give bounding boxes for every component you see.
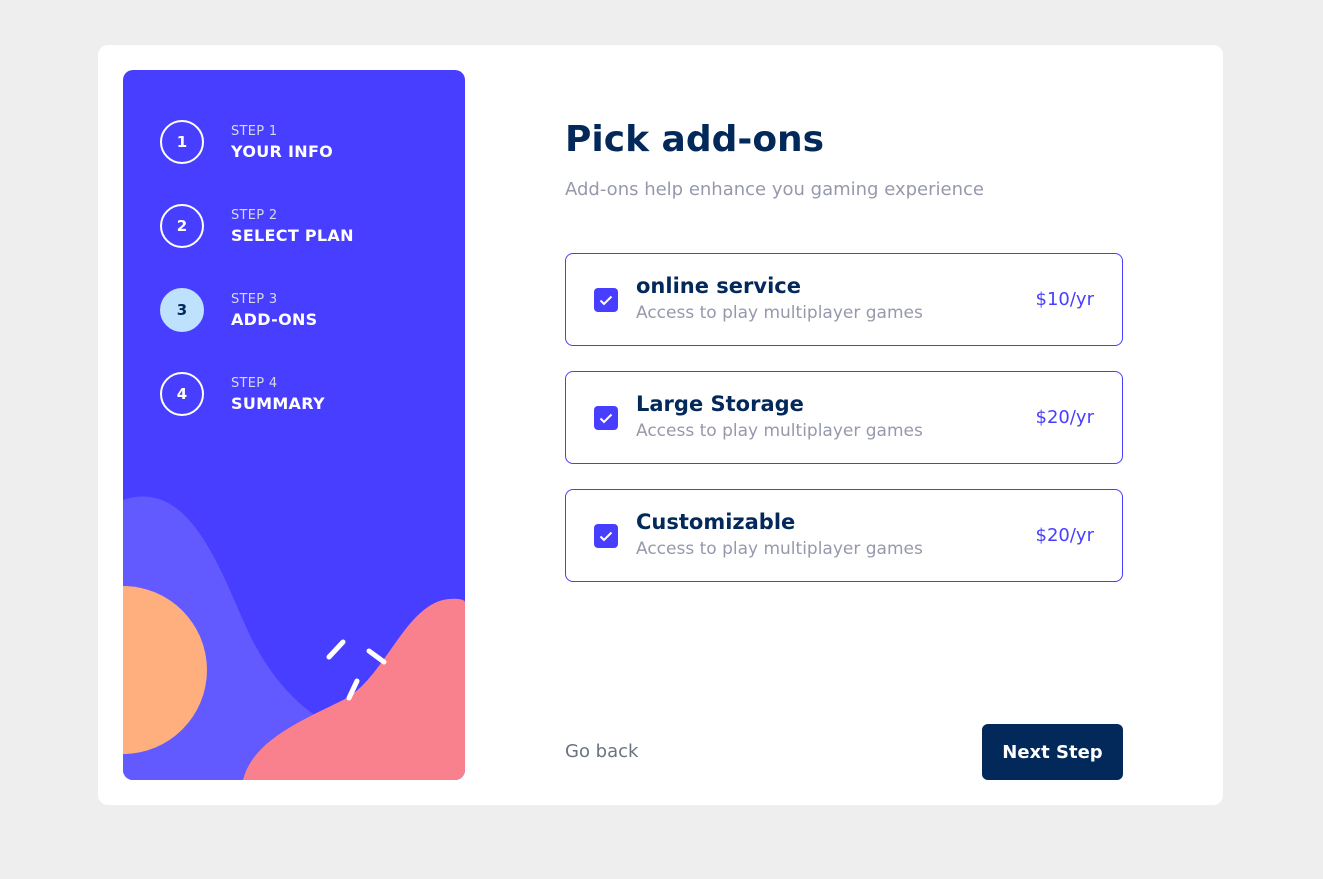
addon-price: $10/yr <box>1035 289 1094 310</box>
addon-price: $20/yr <box>1035 407 1094 428</box>
checkmark-icon <box>599 413 613 423</box>
step-title: ADD-ONS <box>231 309 318 329</box>
step-kicker: STEP 1 <box>231 123 278 139</box>
step-title: SELECT PLAN <box>231 225 354 245</box>
checkmark-icon <box>599 295 613 305</box>
addon-online-service[interactable]: online service Access to play multiplaye… <box>565 253 1123 346</box>
step-item-4[interactable]: 4 STEP 4 SUMMARY <box>160 372 354 416</box>
step-title: YOUR INFO <box>231 141 334 161</box>
main-content: Pick add-ons Add-ons help enhance you ga… <box>565 45 1123 805</box>
page-title: Pick add-ons <box>565 119 825 160</box>
step-number-active: 3 <box>160 288 204 332</box>
addon-price: $20/yr <box>1035 525 1094 546</box>
step-item-2[interactable]: 2 STEP 2 SELECT PLAN <box>160 204 354 248</box>
step-item-3[interactable]: 3 STEP 3 ADD-ONS <box>160 288 354 332</box>
step-number: 4 <box>160 372 204 416</box>
addon-customizable[interactable]: Customizable Access to play multiplayer … <box>565 489 1123 582</box>
step-kicker: STEP 4 <box>231 375 278 391</box>
checkmark-icon <box>599 531 613 541</box>
page-subtitle: Add-ons help enhance you gaming experien… <box>565 179 984 200</box>
addon-checkbox[interactable] <box>594 406 618 430</box>
addon-large-storage[interactable]: Large Storage Access to play multiplayer… <box>565 371 1123 464</box>
addon-description: Access to play multiplayer games <box>636 421 923 441</box>
step-title: SUMMARY <box>231 393 325 413</box>
next-step-button[interactable]: Next Step <box>982 724 1123 780</box>
addon-checkbox[interactable] <box>594 288 618 312</box>
go-back-button[interactable]: Go back <box>565 741 638 762</box>
addon-name: online service <box>636 274 801 298</box>
addon-checkbox[interactable] <box>594 524 618 548</box>
addon-name: Large Storage <box>636 392 804 416</box>
step-item-1[interactable]: 1 STEP 1 YOUR INFO <box>160 120 354 164</box>
step-kicker: STEP 2 <box>231 207 278 223</box>
addon-description: Access to play multiplayer games <box>636 303 923 323</box>
addon-name: Customizable <box>636 510 796 534</box>
step-number: 1 <box>160 120 204 164</box>
addon-description: Access to play multiplayer games <box>636 539 923 559</box>
step-list: 1 STEP 1 YOUR INFO 2 STEP 2 SELECT PLAN … <box>160 120 354 456</box>
step-kicker: STEP 3 <box>231 291 278 307</box>
step-number: 2 <box>160 204 204 248</box>
sidebar: 1 STEP 1 YOUR INFO 2 STEP 2 SELECT PLAN … <box>123 70 465 780</box>
form-card: 1 STEP 1 YOUR INFO 2 STEP 2 SELECT PLAN … <box>98 45 1223 805</box>
